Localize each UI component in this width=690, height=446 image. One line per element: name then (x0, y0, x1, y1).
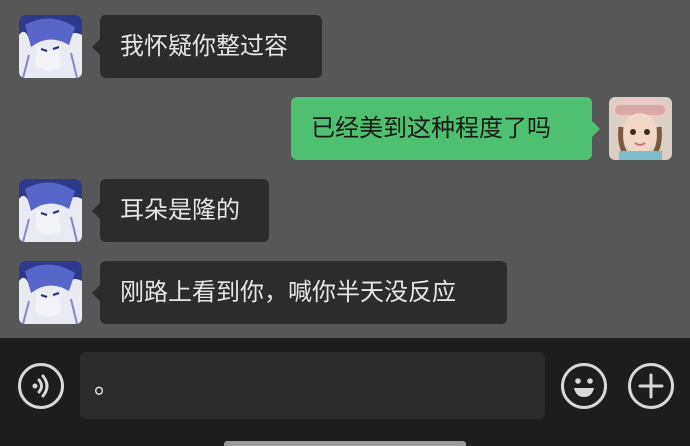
emoji-icon (574, 378, 594, 397)
message-text: 已经美到这种程度了吗 (311, 114, 551, 142)
child-photo-avatar-icon (609, 97, 672, 160)
message-bubble-incoming[interactable]: 刚路上看到你，喊你半天没反应 (92, 261, 507, 324)
contact-avatar[interactable] (19, 15, 82, 78)
anime-avatar-icon (19, 15, 82, 78)
message-input[interactable]: 。 (80, 352, 545, 419)
emoji-button[interactable] (561, 363, 607, 409)
message-text: 耳朵是隆的 (120, 196, 240, 224)
user-avatar[interactable] (609, 97, 672, 160)
input-bar: 。 (0, 338, 690, 446)
message-bubble-incoming[interactable]: 耳朵是隆的 (92, 179, 269, 242)
voice-button[interactable] (18, 363, 64, 409)
plus-icon (638, 373, 664, 399)
more-button[interactable] (628, 363, 674, 409)
contact-avatar[interactable] (19, 261, 82, 324)
chat-area: 我怀疑你整过容 已经美到这种程度了吗 耳朵是隆的 刚路上看到你，喊你半天没反应 (0, 0, 690, 338)
message-input-value: 。 (94, 370, 121, 400)
message-bubble-incoming[interactable]: 我怀疑你整过容 (92, 15, 322, 78)
message-text: 我怀疑你整过容 (120, 32, 288, 60)
message-text: 刚路上看到你，喊你半天没反应 (120, 278, 456, 306)
anime-avatar-icon (19, 261, 82, 324)
contact-avatar[interactable] (19, 179, 82, 242)
anime-avatar-icon (19, 179, 82, 242)
voice-icon (32, 374, 49, 398)
home-indicator (224, 441, 466, 446)
message-bubble-outgoing[interactable]: 已经美到这种程度了吗 (291, 97, 600, 160)
